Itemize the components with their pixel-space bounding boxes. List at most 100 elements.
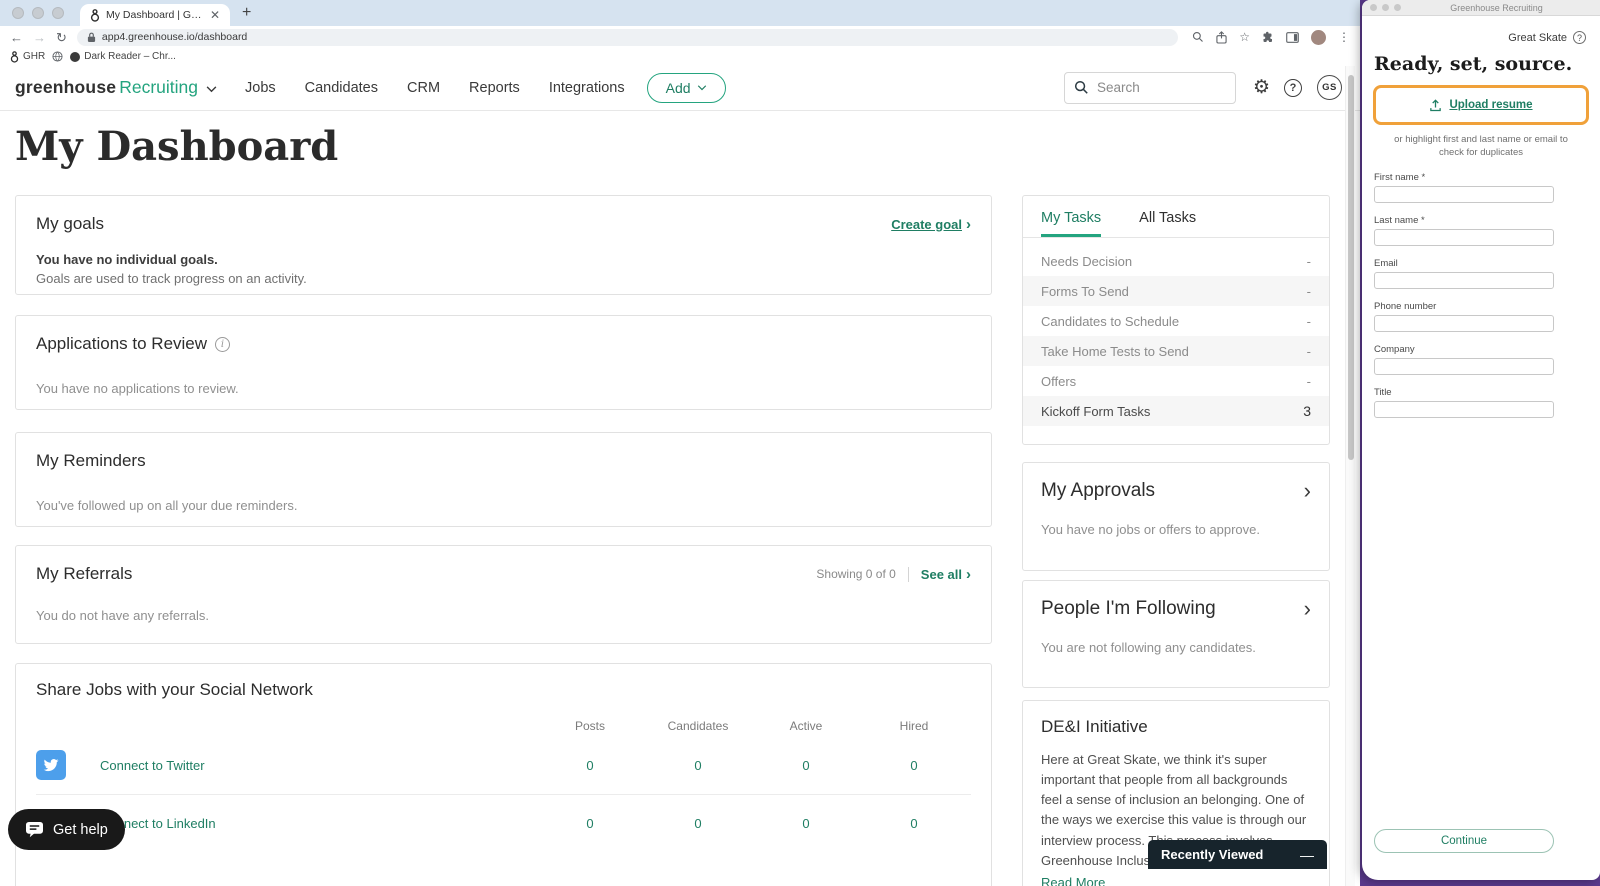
get-help-button[interactable]: Get help bbox=[8, 809, 125, 850]
new-tab-button[interactable]: + bbox=[242, 5, 251, 21]
browser-menu-kebab-icon[interactable]: ⋮ bbox=[1338, 30, 1350, 44]
table-row: in Connect to LinkedIn 0 0 0 0 bbox=[36, 794, 971, 852]
user-avatar[interactable]: GS bbox=[1317, 75, 1342, 100]
side-panel-icon[interactable] bbox=[1286, 31, 1299, 43]
greenhouse-mark-icon bbox=[10, 50, 19, 63]
task-row-take-home-tests[interactable]: Take Home Tests to Send - bbox=[1023, 336, 1329, 366]
task-value: - bbox=[1306, 283, 1311, 299]
traffic-light-minimize[interactable] bbox=[1382, 4, 1389, 11]
tab-my-tasks[interactable]: My Tasks bbox=[1041, 210, 1101, 237]
recently-viewed-bar[interactable]: Recently Viewed — bbox=[1148, 840, 1327, 869]
nav-integrations[interactable]: Integrations bbox=[549, 80, 625, 96]
task-label: Needs Decision bbox=[1041, 253, 1133, 269]
people-following-card[interactable]: People I'm Following › You are not follo… bbox=[1022, 580, 1330, 688]
first-name-field: First name * bbox=[1374, 172, 1554, 203]
email-input[interactable] bbox=[1374, 271, 1554, 289]
task-row-forms-to-send[interactable]: Forms To Send - bbox=[1023, 276, 1329, 306]
goals-empty-subtitle: Goals are used to track progress on an a… bbox=[36, 271, 307, 286]
connect-twitter-link[interactable]: Connect to Twitter bbox=[100, 758, 536, 773]
panel-titlebar: Greenhouse Recruiting bbox=[1362, 0, 1600, 16]
traffic-light-zoom[interactable] bbox=[1394, 4, 1401, 11]
bookmark-dark-reader[interactable]: Dark Reader – Chr... bbox=[70, 51, 176, 62]
window-controls bbox=[12, 7, 64, 19]
applications-to-review-card: Applications to Review i You have no app… bbox=[15, 315, 992, 410]
see-all-link[interactable]: See all › bbox=[921, 567, 971, 582]
search-box[interactable] bbox=[1063, 71, 1236, 104]
chevron-right-icon[interactable]: › bbox=[1304, 598, 1311, 620]
nav-reports[interactable]: Reports bbox=[469, 80, 520, 96]
browser-tab[interactable]: My Dashboard | Greenhouse ✕ bbox=[80, 4, 230, 26]
gear-icon[interactable]: ⚙ bbox=[1253, 78, 1270, 97]
task-row-needs-decision[interactable]: Needs Decision - bbox=[1023, 246, 1329, 276]
reload-icon[interactable]: ↻ bbox=[56, 31, 67, 44]
browser-toolbar: ← → ↻ app4.greenhouse.io/dashboard ☆ ⋮ bbox=[0, 26, 1360, 48]
task-row-offers[interactable]: Offers - bbox=[1023, 366, 1329, 396]
linkedin-posts-value: 0 bbox=[586, 816, 594, 831]
column-hired: Hired bbox=[899, 719, 929, 733]
nav-candidates[interactable]: Candidates bbox=[305, 80, 378, 96]
browser-profile-avatar[interactable] bbox=[1311, 29, 1326, 45]
product-name[interactable]: Recruiting bbox=[119, 77, 198, 98]
panel-account-row: Great Skate ? bbox=[1362, 16, 1600, 44]
address-bar[interactable]: app4.greenhouse.io/dashboard bbox=[76, 28, 1179, 46]
traffic-light-close[interactable] bbox=[1370, 4, 1377, 11]
share-icon[interactable] bbox=[1216, 30, 1227, 44]
read-more-link[interactable]: Read More bbox=[1041, 875, 1105, 886]
get-help-label: Get help bbox=[53, 821, 108, 838]
twitter-candidates-value: 0 bbox=[694, 757, 702, 773]
card-title: DE&I Initiative bbox=[1041, 717, 1148, 736]
task-label: Candidates to Schedule bbox=[1041, 313, 1180, 329]
nav-crm[interactable]: CRM bbox=[407, 80, 440, 96]
phone-field: Phone number bbox=[1374, 301, 1554, 332]
traffic-light-zoom[interactable] bbox=[52, 7, 64, 19]
connect-linkedin-link[interactable]: Connect to LinkedIn bbox=[100, 816, 536, 831]
scrollbar[interactable] bbox=[1345, 66, 1355, 886]
zoom-icon[interactable] bbox=[1192, 31, 1204, 43]
dashboard-left-column: My goals Create goal › You have no indiv… bbox=[15, 195, 992, 886]
create-goal-link[interactable]: Create goal › bbox=[891, 217, 971, 232]
last-name-input[interactable] bbox=[1374, 228, 1554, 246]
close-tab-icon[interactable]: ✕ bbox=[210, 8, 220, 22]
toolbar-icons: ☆ ⋮ bbox=[1192, 29, 1350, 45]
traffic-light-minimize[interactable] bbox=[32, 7, 44, 19]
nav-jobs[interactable]: Jobs bbox=[245, 80, 276, 96]
traffic-light-close[interactable] bbox=[12, 7, 24, 19]
extensions-puzzle-icon[interactable] bbox=[1262, 31, 1274, 43]
phone-input[interactable] bbox=[1374, 314, 1554, 332]
company-label: Company bbox=[1374, 343, 1415, 355]
greenhouse-favicon-icon bbox=[90, 8, 100, 22]
greenhouse-logo[interactable]: greenhouse bbox=[15, 77, 116, 98]
bookmarks-bar: GHR Dark Reader – Chr... bbox=[0, 48, 1360, 65]
forward-icon[interactable]: → bbox=[33, 31, 46, 44]
globe-icon[interactable] bbox=[52, 51, 63, 62]
help-icon[interactable]: ? bbox=[1573, 31, 1586, 44]
company-input[interactable] bbox=[1374, 357, 1554, 375]
bookmark-star-icon[interactable]: ☆ bbox=[1239, 30, 1250, 44]
title-input[interactable] bbox=[1374, 400, 1554, 418]
bookmark-ghr[interactable]: GHR bbox=[10, 50, 45, 63]
search-input[interactable] bbox=[1096, 80, 1207, 95]
add-button[interactable]: Add bbox=[646, 72, 726, 103]
minimize-icon[interactable]: — bbox=[1300, 847, 1314, 863]
scrollbar-thumb[interactable] bbox=[1348, 75, 1354, 460]
task-label: Kickoff Form Tasks bbox=[1041, 403, 1151, 419]
my-approvals-card[interactable]: My Approvals › You have no jobs or offer… bbox=[1022, 462, 1330, 571]
info-icon[interactable]: i bbox=[215, 336, 231, 352]
see-all-label: See all bbox=[920, 566, 962, 582]
column-candidates: Candidates bbox=[667, 719, 729, 733]
continue-button[interactable]: Continue bbox=[1374, 829, 1554, 853]
first-name-input[interactable] bbox=[1374, 185, 1554, 203]
chevron-right-icon[interactable]: › bbox=[1304, 480, 1311, 502]
chevron-down-icon[interactable] bbox=[206, 85, 217, 93]
chat-icon bbox=[26, 821, 43, 838]
twitter-active-value: 0 bbox=[802, 757, 810, 773]
tab-all-tasks[interactable]: All Tasks bbox=[1139, 210, 1196, 237]
upload-resume-button[interactable]: Upload resume bbox=[1429, 98, 1533, 112]
card-title: People I'm Following bbox=[1041, 598, 1216, 619]
duplicate-check-hint: or highlight first and last name or emai… bbox=[1362, 133, 1600, 160]
back-icon[interactable]: ← bbox=[10, 31, 23, 44]
task-row-candidates-to-schedule[interactable]: Candidates to Schedule - bbox=[1023, 306, 1329, 336]
help-icon[interactable]: ? bbox=[1284, 78, 1302, 97]
following-empty-text: You are not following any candidates. bbox=[1041, 640, 1256, 655]
task-row-kickoff-form-tasks[interactable]: Kickoff Form Tasks 3 bbox=[1023, 396, 1329, 426]
